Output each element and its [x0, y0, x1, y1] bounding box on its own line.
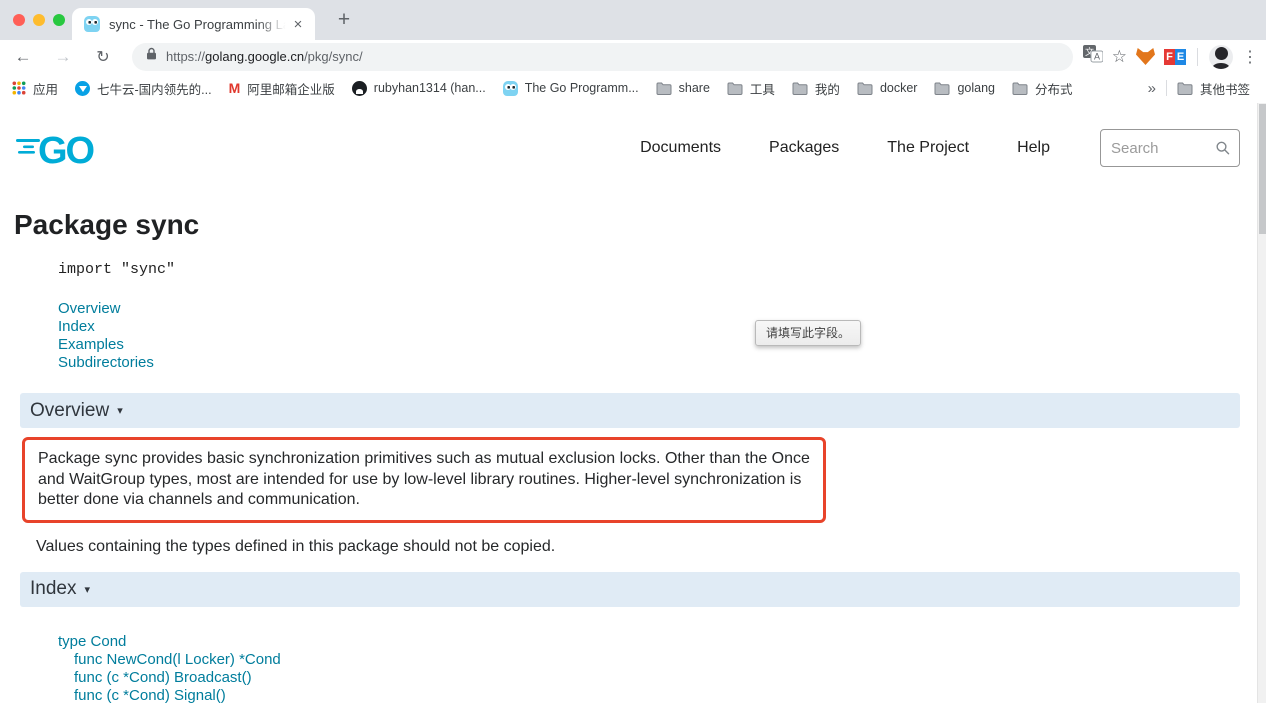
- browser-toolbar: ← → ↻ https://golang.google.cn/pkg/sync/…: [0, 40, 1266, 73]
- overview-section-header[interactable]: Overview ▾: [20, 393, 1240, 428]
- page-content: GO Documents Packages The Project Help P…: [0, 103, 1266, 703]
- chevron-down-icon: ▾: [117, 404, 123, 417]
- bookmark-item[interactable]: 七牛云-国内领先的...: [75, 79, 212, 98]
- apps-grid-icon: [12, 81, 26, 95]
- main-nav: Documents Packages The Project Help: [640, 139, 1050, 157]
- index-link-type-cond[interactable]: type Cond: [58, 633, 1266, 651]
- forward-icon[interactable]: →: [50, 47, 76, 67]
- page-title: Package sync: [14, 209, 1266, 241]
- bookmark-folder[interactable]: 我的: [792, 79, 840, 98]
- bookmarks-bar: 应用 七牛云-国内领先的... M 阿里邮箱企业版 rubyhan1314 (h…: [0, 73, 1266, 103]
- new-tab-button[interactable]: +: [330, 7, 358, 35]
- chrome-menu-icon[interactable]: ⋮: [1242, 47, 1256, 67]
- fe-extension-icon[interactable]: FE: [1164, 49, 1186, 65]
- nav-documents[interactable]: Documents: [640, 139, 721, 157]
- nav-the-project[interactable]: The Project: [887, 139, 969, 157]
- fullscreen-window-button[interactable]: [53, 14, 65, 26]
- bookmark-folder[interactable]: golang: [934, 81, 995, 95]
- folder-icon: [727, 82, 743, 95]
- overview-note: Values containing the types defined in t…: [36, 538, 1240, 556]
- index-link-newcond[interactable]: func NewCond(l Locker) *Cond: [58, 651, 1266, 669]
- bookmark-item[interactable]: The Go Programm...: [503, 81, 639, 96]
- search-input[interactable]: [1111, 140, 1215, 157]
- nav-help[interactable]: Help: [1017, 139, 1050, 157]
- highlighted-paragraph: Package sync provides basic synchronizat…: [22, 437, 826, 523]
- bookmark-item[interactable]: rubyhan1314 (han...: [352, 81, 486, 96]
- qiniu-icon: [75, 81, 90, 96]
- go-gopher-favicon: [84, 16, 100, 32]
- index-heading: Index: [30, 578, 76, 600]
- metamask-extension-icon[interactable]: [1136, 48, 1155, 65]
- bookmarks-divider: [1166, 80, 1167, 96]
- browser-tab[interactable]: sync - The Go Programming La ×: [72, 8, 315, 40]
- apps-label: 应用: [33, 79, 58, 98]
- fe-letter-e: E: [1175, 49, 1186, 65]
- toc-subdirectories-link[interactable]: Subdirectories: [58, 354, 1266, 372]
- apps-button[interactable]: 应用: [12, 79, 58, 98]
- profile-avatar[interactable]: [1209, 45, 1233, 69]
- index-section-header[interactable]: Index ▾: [20, 572, 1240, 607]
- scrollbar-thumb[interactable]: [1259, 104, 1266, 234]
- close-tab-icon[interactable]: ×: [289, 16, 307, 33]
- go-gopher-icon: [503, 81, 518, 96]
- toolbar-divider: [1197, 48, 1198, 66]
- index-links: type Cond func NewCond(l Locker) *Cond f…: [58, 633, 1266, 703]
- translate-icon[interactable]: 文A: [1083, 45, 1103, 68]
- svg-text:GO: GO: [38, 130, 94, 171]
- tab-title: sync - The Go Programming La: [109, 17, 289, 32]
- bookmark-folder[interactable]: 工具: [727, 79, 775, 98]
- overview-heading: Overview: [30, 400, 109, 422]
- url-text: https://golang.google.cn/pkg/sync/: [166, 49, 363, 64]
- search-box[interactable]: [1100, 129, 1240, 167]
- folder-icon: [656, 82, 672, 95]
- svg-text:A: A: [1094, 52, 1100, 62]
- url-path: /pkg/sync/: [304, 49, 363, 64]
- site-header: GO Documents Packages The Project Help: [0, 103, 1266, 173]
- back-icon[interactable]: ←: [10, 47, 36, 67]
- index-link-broadcast[interactable]: func (c *Cond) Broadcast(): [58, 669, 1266, 687]
- chevron-down-icon: ▾: [84, 583, 90, 596]
- title-bar: sync - The Go Programming La × +: [0, 0, 1266, 40]
- page-scrollbar[interactable]: [1257, 103, 1266, 703]
- bookmark-star-icon[interactable]: ☆: [1112, 47, 1127, 67]
- import-statement: import "sync": [58, 261, 1266, 278]
- folder-icon: [857, 82, 873, 95]
- traffic-lights: [13, 14, 65, 26]
- close-window-button[interactable]: [13, 14, 25, 26]
- index-link-signal[interactable]: func (c *Cond) Signal(): [58, 687, 1266, 703]
- lock-icon[interactable]: [146, 47, 157, 66]
- toc-examples-link[interactable]: Examples: [58, 336, 1266, 354]
- mail-m-icon: M: [229, 80, 241, 96]
- folder-icon: [792, 82, 808, 95]
- github-icon: [352, 81, 367, 96]
- toc-links: Overview Index Examples Subdirectories: [58, 300, 1266, 372]
- url-scheme: https://: [166, 49, 205, 64]
- bookmarks-overflow-icon[interactable]: »: [1148, 80, 1156, 97]
- go-logo[interactable]: GO: [14, 125, 106, 171]
- bookmark-item[interactable]: M 阿里邮箱企业版: [229, 79, 335, 98]
- minimize-window-button[interactable]: [33, 14, 45, 26]
- folder-icon: [1012, 82, 1028, 95]
- fe-letter-f: F: [1164, 49, 1175, 65]
- folder-icon: [1177, 82, 1193, 95]
- bookmark-folder[interactable]: docker: [857, 81, 918, 95]
- folder-icon: [934, 82, 950, 95]
- url-domain: golang.google.cn: [205, 49, 304, 64]
- nav-packages[interactable]: Packages: [769, 139, 839, 157]
- validation-tooltip: 请填写此字段。: [755, 320, 861, 346]
- toc-index-link[interactable]: Index: [58, 318, 1266, 336]
- bookmark-folder[interactable]: share: [656, 81, 710, 95]
- bookmark-folder[interactable]: 分布式: [1012, 79, 1073, 98]
- address-bar[interactable]: https://golang.google.cn/pkg/sync/: [132, 43, 1073, 71]
- search-icon: [1215, 139, 1231, 157]
- reload-icon[interactable]: ↻: [90, 47, 116, 67]
- other-bookmarks-folder[interactable]: 其他书签: [1177, 79, 1250, 98]
- toc-overview-link[interactable]: Overview: [58, 300, 1266, 318]
